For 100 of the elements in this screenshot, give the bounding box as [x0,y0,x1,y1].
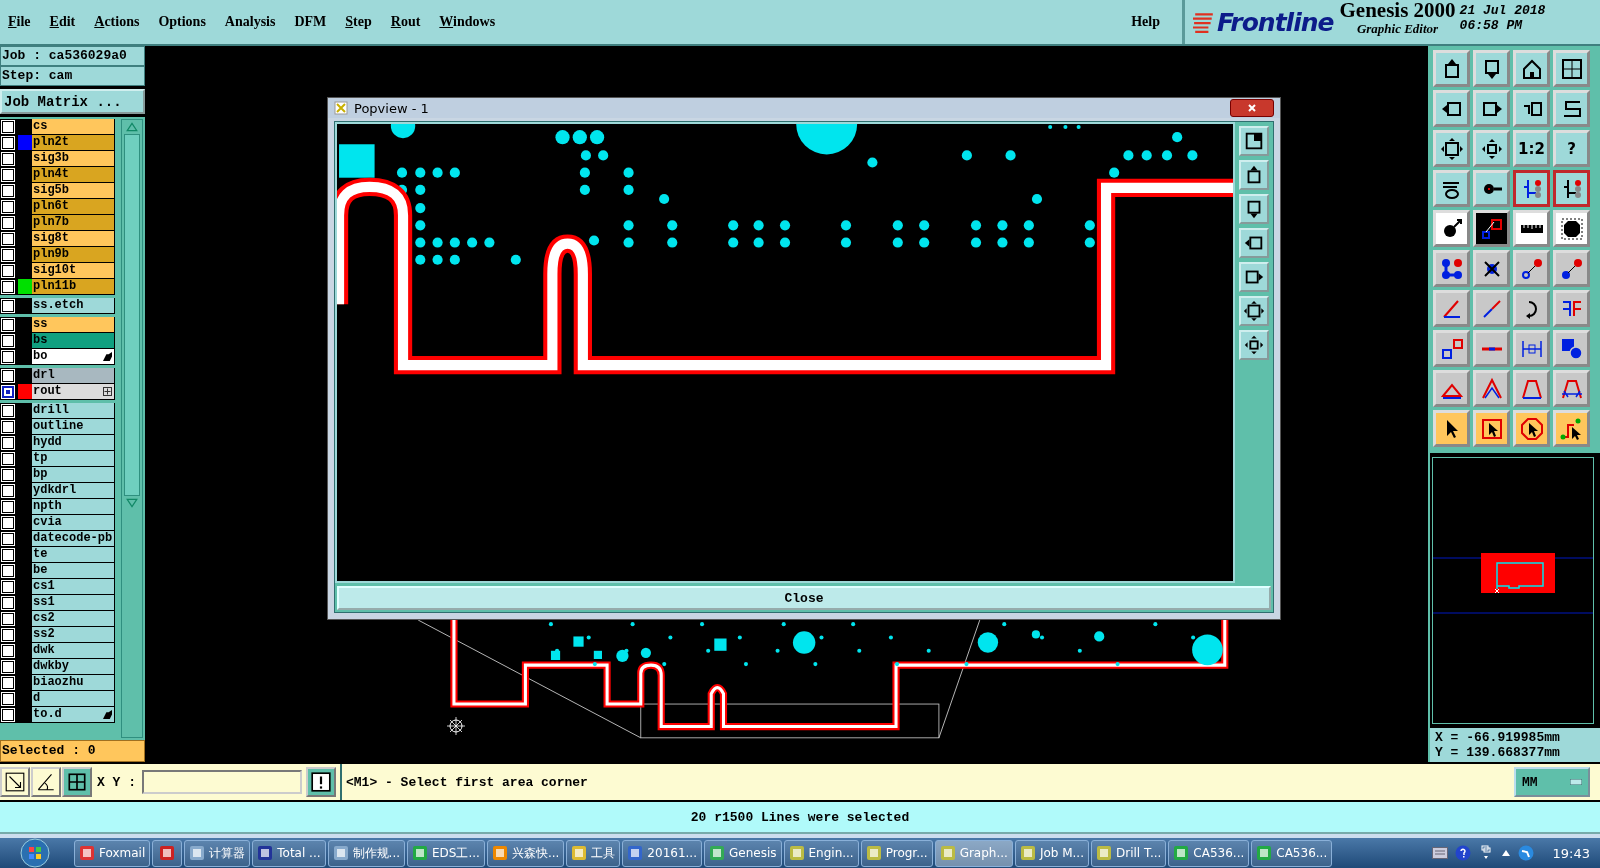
layer-name[interactable]: sig3b [32,151,116,166]
layer-checkbox[interactable] [2,404,14,417]
taskbar-button[interactable]: 计算器 [184,839,251,867]
layer-name[interactable]: hydd [32,435,116,450]
layer-name[interactable]: pln2t [32,135,116,150]
tool-button[interactable]: ? [1553,130,1590,167]
layer-checkbox[interactable] [2,248,14,261]
caret-up-icon[interactable] [1500,849,1511,857]
layer-checkbox[interactable] [2,484,14,497]
layer-name[interactable]: drill [32,403,116,418]
help-icon[interactable] [1454,845,1471,861]
menu-item[interactable]: Step [345,14,372,30]
menu-item[interactable]: Options [158,14,206,30]
overview-map[interactable] [1432,457,1594,724]
layer-checkbox[interactable] [2,612,14,625]
layer-checkbox[interactable] [2,596,14,609]
taskbar-button[interactable]: CA536... [1251,839,1333,867]
toolbar-button[interactable] [31,767,61,797]
menu-item[interactable]: Rout [390,14,421,30]
layer-name[interactable]: cvia [32,515,116,530]
layer-name[interactable]: bp [32,467,116,482]
layer-name[interactable]: ss2 [32,627,116,642]
layer-name[interactable]: sig5b [32,183,116,198]
layer-name[interactable]: sig10t [32,263,116,278]
taskbar-button[interactable]: Total ... [252,839,326,867]
layer-checkbox[interactable] [2,232,14,245]
layer-name[interactable]: to.d [32,707,116,722]
scroll-thumb[interactable] [124,134,141,496]
layer-name[interactable]: pln9b [32,247,116,262]
tool-button[interactable] [1513,170,1550,207]
layer-name[interactable]: bs [32,333,116,348]
layer-name[interactable]: datecode-pb [32,531,116,546]
layer-checkbox[interactable] [2,299,14,312]
layer-name[interactable]: outline [32,419,116,434]
layer-checkbox[interactable] [2,152,14,165]
layer-name[interactable]: cs1 [32,579,116,594]
tool-button[interactable] [1553,170,1590,207]
layer-checkbox[interactable] [2,120,14,133]
layer-name[interactable]: drl [32,368,116,383]
menu-item[interactable]: Edit [49,14,76,30]
layer-checkbox[interactable] [2,168,14,181]
taskbar-button[interactable]: 工具 [566,839,621,867]
toolbar-button[interactable] [1239,160,1269,190]
taskbar-button[interactable]: Genesis [704,839,782,867]
layer-name[interactable]: ss [32,317,116,332]
layer-name[interactable]: pln4t [32,167,116,182]
layer-checkbox[interactable] [2,516,14,529]
layer-name[interactable]: ss1 [32,595,116,610]
menu-item[interactable]: DFM [294,14,327,30]
layer-name[interactable]: npth [32,499,116,514]
taskbar-button[interactable]: 兴森快... [486,839,565,867]
toolbar-button[interactable] [1239,228,1269,258]
toolbar-button[interactable] [1239,126,1269,156]
keyboard-icon[interactable] [1431,845,1448,861]
layer-checkbox[interactable] [2,500,14,513]
layer-name[interactable]: bo [32,349,116,364]
layer-name[interactable]: dwkby [32,659,116,674]
taskbar-button[interactable]: EDS工... [407,839,485,867]
layer-checkbox[interactable] [2,628,14,641]
toolbar-button[interactable] [306,767,336,797]
menu-item[interactable]: Help [1131,14,1160,30]
toolbar-button[interactable] [1239,296,1269,326]
taskbar-button[interactable]: Job M... [1014,839,1089,867]
layer-checkbox[interactable] [2,644,14,657]
layer-name[interactable]: pln7b [32,215,116,230]
layer-name[interactable]: biaozhu [32,675,116,690]
layer-name[interactable]: tp [32,451,116,466]
tool-button[interactable]: 1:2 [1513,130,1550,167]
close-button[interactable]: Close [337,586,1271,610]
toolbar-button[interactable] [1239,194,1269,224]
coordinate-field[interactable] [142,770,302,794]
layer-checkbox[interactable] [2,436,14,449]
layer-name[interactable]: rout [32,384,116,399]
layer-checkbox[interactable] [2,676,14,689]
layer-checkbox[interactable] [2,548,14,561]
layer-name[interactable]: pln6t [32,199,116,214]
taskbar-button[interactable]: Drill T... [1091,839,1167,867]
taskbar-button[interactable]: Engin... [783,839,859,867]
taskbar-button[interactable]: 20161... [622,839,702,867]
layer-checkbox[interactable] [2,420,14,433]
layer-checkbox[interactable] [2,468,14,481]
layer-name[interactable]: dwk [32,643,116,658]
layer-checkbox[interactable] [2,708,14,721]
menu-item[interactable]: Actions [94,14,140,30]
layer-checkbox[interactable] [2,280,14,293]
layer-name[interactable]: be [32,563,116,578]
toolbar-button[interactable] [0,767,30,797]
layer-checkbox[interactable] [2,200,14,213]
taskbar-button[interactable]: Foxmail [74,839,151,867]
layer-checkbox[interactable] [2,334,14,347]
menu-item[interactable]: File [8,14,31,30]
layer-name[interactable]: ydkdrl [32,483,116,498]
layer-checkbox[interactable] [2,692,14,705]
taskbar-button[interactable]: Progr... [860,839,933,867]
layer-checkbox[interactable] [2,369,14,382]
layer-checkbox[interactable] [2,136,14,149]
layer-checkbox[interactable] [2,318,14,331]
layer-name[interactable]: sig8t [32,231,116,246]
close-button[interactable] [1230,99,1274,117]
layer-checkbox[interactable] [2,264,14,277]
